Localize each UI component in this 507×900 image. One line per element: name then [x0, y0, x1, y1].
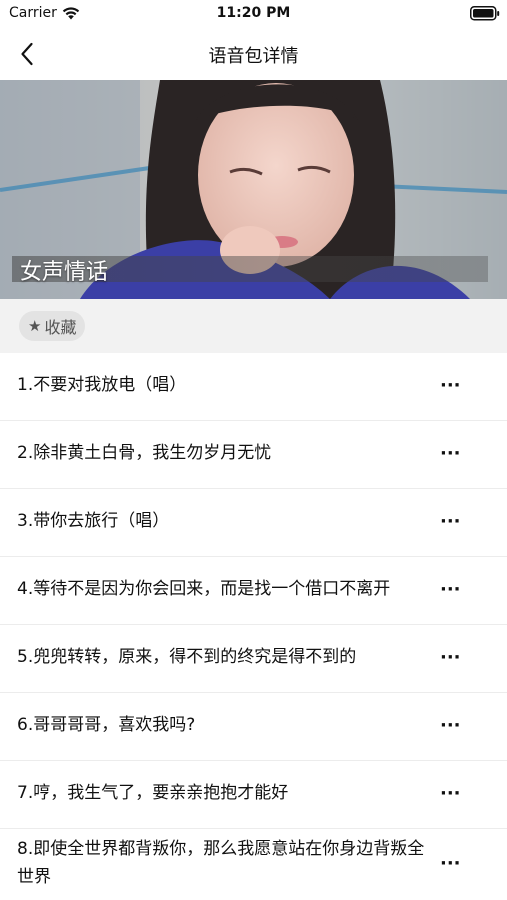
list-item[interactable]: 3.带你去旅行（唱） ··· — [0, 489, 507, 557]
more-horizontal-icon[interactable]: ··· — [440, 513, 461, 537]
more-horizontal-icon[interactable]: ··· — [440, 717, 461, 741]
battery-icon — [470, 6, 500, 21]
list-item-label: 4.等待不是因为你会回来，而是找一个借口不离开 — [17, 579, 391, 599]
list-item[interactable]: 8.即使全世界都背叛你，那么我愿意站在你身边背叛全世界 ··· — [0, 829, 507, 900]
list-item-label: 5.兜兜转转，原来，得不到的终究是得不到的 — [17, 647, 357, 667]
list-item-label: 3.带你去旅行（唱） — [17, 511, 170, 531]
favorite-button[interactable]: ★ 收藏 — [19, 311, 86, 341]
voice-clip-list: 1.不要对我放电（唱） ··· 2.除非黄土白骨，我生勿岁月无忧 ··· 3.带… — [0, 353, 507, 900]
list-item[interactable]: 5.兜兜转转，原来，得不到的终究是得不到的 ··· — [0, 625, 507, 693]
more-horizontal-icon[interactable]: ··· — [440, 581, 461, 605]
status-time: 11:20 PM — [216, 5, 291, 21]
banner-title: 女声情话 — [20, 260, 109, 285]
list-item[interactable]: 7.哼，我生气了，要亲亲抱抱才能好 ··· — [0, 761, 507, 829]
voice-pack-banner: 女声情话 — [0, 80, 507, 299]
list-item[interactable]: 6.哥哥哥哥，喜欢我吗? ··· — [0, 693, 507, 761]
list-item-label: 6.哥哥哥哥，喜欢我吗? — [17, 715, 196, 735]
favorite-bar: ★ 收藏 — [0, 299, 507, 353]
status-bar: Carrier 11:20 PM — [0, 0, 507, 28]
list-item[interactable]: 2.除非黄土白骨，我生勿岁月无忧 ··· — [0, 421, 507, 489]
list-item-label: 7.哼，我生气了，要亲亲抱抱才能好 — [17, 783, 289, 803]
page-title: 语音包详情 — [208, 46, 299, 67]
list-item[interactable]: 1.不要对我放电（唱） ··· — [0, 353, 507, 421]
more-horizontal-icon[interactable]: ··· — [440, 785, 461, 809]
list-item-label: 8.即使全世界都背叛你，那么我愿意站在你身边背叛全世界 — [17, 839, 425, 887]
favorite-label: 收藏 — [44, 318, 77, 337]
more-horizontal-icon[interactable]: ··· — [440, 445, 461, 469]
more-horizontal-icon[interactable]: ··· — [440, 649, 461, 673]
star-icon: ★ — [28, 317, 42, 335]
navigation-bar: 语音包详情 — [0, 28, 507, 80]
list-item-label: 1.不要对我放电（唱） — [17, 375, 187, 395]
list-item[interactable]: 4.等待不是因为你会回来，而是找一个借口不离开 ··· — [0, 557, 507, 625]
more-horizontal-icon[interactable]: ··· — [440, 855, 461, 879]
list-item-label: 2.除非黄土白骨，我生勿岁月无忧 — [17, 443, 272, 463]
more-horizontal-icon[interactable]: ··· — [440, 377, 461, 401]
